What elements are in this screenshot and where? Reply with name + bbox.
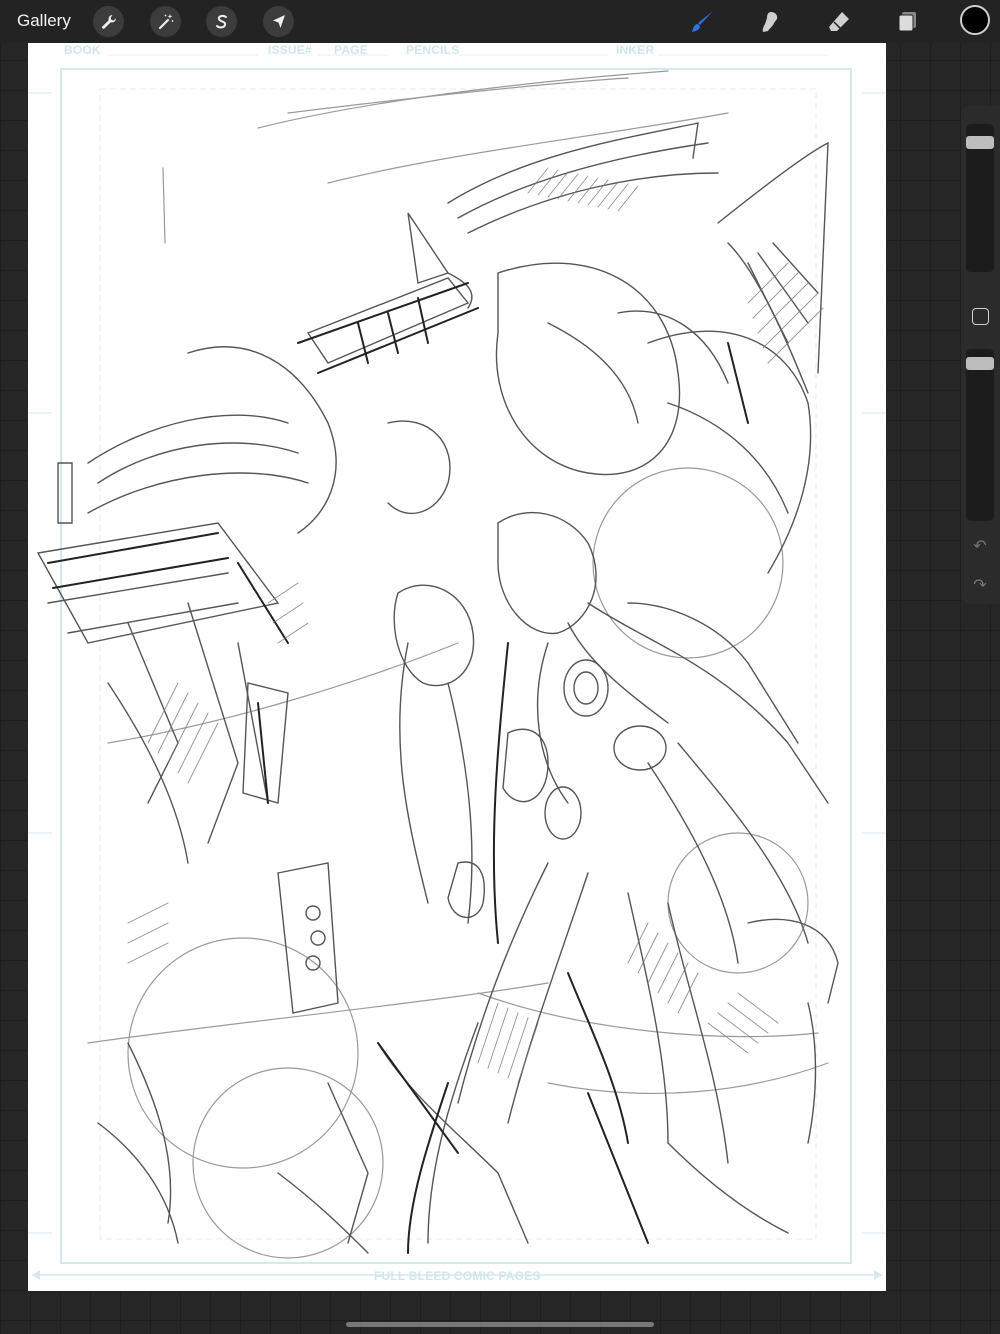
gallery-button[interactable]: Gallery [17,11,71,31]
actions-button[interactable] [93,6,124,37]
brush-tool-button[interactable] [686,6,718,38]
opacity-slider[interactable] [966,349,994,521]
brush-size-thumb[interactable] [966,136,994,150]
selection-s-icon [215,14,227,28]
selection-button[interactable] [206,6,237,37]
undo-button[interactable]: ↶ [970,536,990,556]
brush-size-slider[interactable] [966,124,994,272]
layers-icon [898,12,916,32]
top-toolbar: Gallery [0,0,1000,43]
smudge-icon [762,12,778,32]
drawing-canvas[interactable]: BOOK ISSUE# PAGE PENCILS INKER FULL BLEE… [28,43,886,1291]
smudge-tool-button[interactable] [754,6,786,38]
transform-arrow-icon [272,14,285,28]
transform-button[interactable] [263,6,294,37]
layers-button[interactable] [891,6,923,38]
magic-wand-icon [158,13,173,29]
eraser-tool-button[interactable] [823,6,855,38]
opacity-thumb[interactable] [966,357,994,371]
color-swatch-button[interactable] [960,5,990,35]
sketch-artwork [36,70,839,1259]
wrench-icon [101,14,116,29]
home-indicator [346,1322,654,1327]
adjustments-button[interactable] [150,6,181,37]
brush-icon [692,11,713,32]
undo-icon: ↶ [973,538,987,555]
brush-sidebar: ↶ ↷ [961,106,1000,604]
redo-icon: ↷ [973,577,987,594]
eraser-icon [829,12,849,31]
redo-button[interactable]: ↷ [970,575,990,595]
modify-button[interactable] [972,308,989,325]
